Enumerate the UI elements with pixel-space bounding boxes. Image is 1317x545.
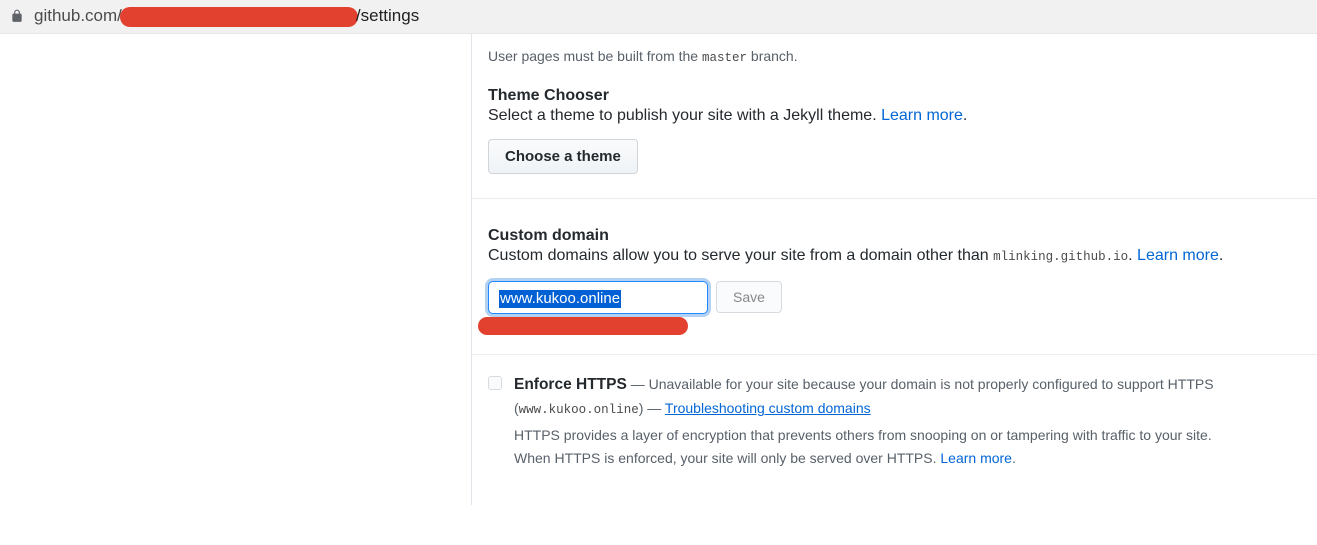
theme-chooser-heading: Theme Chooser <box>488 87 1301 105</box>
enforce-https-substatus: (www.kukoo.online) — Troubleshooting cus… <box>514 397 1214 420</box>
theme-chooser-desc: Select a theme to publish your site with… <box>488 107 1301 125</box>
redaction-bar <box>120 7 358 27</box>
troubleshoot-link[interactable]: Troubleshooting custom domains <box>665 400 871 416</box>
custom-domain-desc: Custom domains allow you to serve your s… <box>488 247 1301 265</box>
custom-domain-heading: Custom domain <box>488 227 1301 245</box>
url-display: github.com/ /settings <box>34 6 419 27</box>
enforce-https-label: Enforce HTTPS <box>514 376 627 393</box>
url-path: /settings <box>356 6 419 25</box>
lock-icon <box>10 9 24 23</box>
https-description-1: HTTPS provides a layer of encryption tha… <box>514 424 1214 446</box>
settings-content: User pages must be built from the master… <box>471 34 1317 506</box>
default-domain-code: mlinking.github.io <box>993 250 1128 264</box>
custom-domain-input[interactable] <box>488 281 708 314</box>
redaction-bar <box>478 317 688 335</box>
custom-domain-learn-more-link[interactable]: Learn more <box>1137 247 1219 264</box>
https-description-2: When HTTPS is enforced, your site will o… <box>514 447 1214 469</box>
https-learn-more-link[interactable]: Learn more <box>940 450 1012 466</box>
save-button[interactable]: Save <box>716 281 782 313</box>
enforce-https-status: Enforce HTTPS — Unavailable for your sit… <box>514 373 1214 398</box>
user-pages-note: User pages must be built from the master… <box>488 48 1301 65</box>
url-host: github.com/ <box>34 6 122 25</box>
choose-theme-button[interactable]: Choose a theme <box>488 139 638 174</box>
master-branch-code: master <box>702 51 747 65</box>
theme-learn-more-link[interactable]: Learn more <box>881 107 963 124</box>
address-bar: github.com/ /settings <box>0 0 1317 34</box>
https-domain-code: www.kukoo.online <box>519 403 639 417</box>
enforce-https-checkbox[interactable] <box>488 376 502 390</box>
